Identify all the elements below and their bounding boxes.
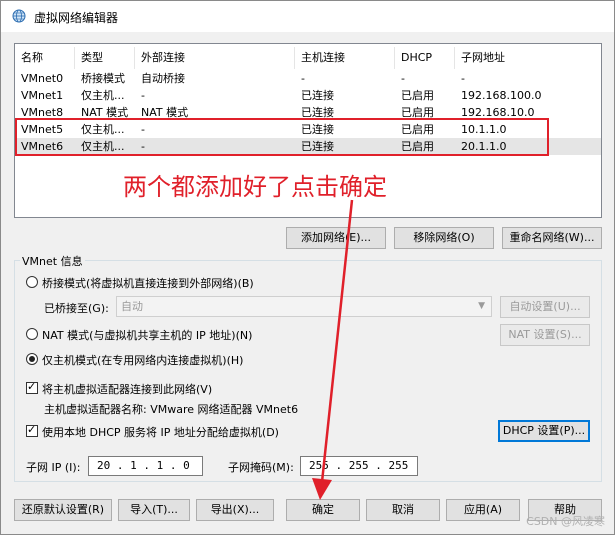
cell-name: VMnet0 [21,72,64,85]
host-only-radio[interactable] [26,353,38,365]
col-header-type[interactable]: 类型 [75,47,135,69]
cell-external: - [141,89,145,102]
bridged-to-value: 自动 [121,300,143,313]
dhcp-settings-button[interactable]: DHCP 设置(P)... [498,420,590,442]
cell-type: 桥接模式 [81,72,125,85]
cell-type: 仅主机... [81,89,125,102]
col-header-dhcp[interactable]: DHCP [395,47,455,69]
add-network-button[interactable]: 添加网络(E)... [286,227,386,249]
watermark: CSDN @风凌寒 [526,515,605,528]
import-button[interactable]: 导入(T)... [118,499,190,521]
cell-dhcp: - [401,72,405,85]
bridge-mode-radio[interactable] [26,276,38,288]
table-row[interactable]: VMnet0 桥接模式 自动桥接 - - - [15,70,601,87]
cell-name: VMnet1 [21,89,64,102]
col-header-subnet[interactable]: 子网地址 [455,47,601,69]
export-button[interactable]: 导出(X)... [196,499,274,521]
window-title: 虚拟网络编辑器 [34,11,119,25]
cell-host: 已连接 [301,89,334,102]
dhcp-checkbox[interactable] [26,423,38,437]
remove-network-button[interactable]: 移除网络(O) [394,227,494,249]
network-list-header: 名称 类型 外部连接 主机连接 DHCP 子网地址 [15,47,601,69]
table-row[interactable]: VMnet1 仅主机... - 已连接 已启用 192.168.100.0 [15,87,601,104]
annotation-text: 两个都添加好了点击确定 [123,173,387,201]
bridge-mode-label[interactable]: 桥接模式(将虚拟机直接连接到外部网络)(B) [42,275,254,291]
nat-settings-button[interactable]: NAT 设置(S)... [500,324,590,346]
cell-subnet: - [461,72,465,85]
title-bar: 虚拟网络编辑器 [0,0,615,32]
apply-button[interactable]: 应用(A) [446,499,520,521]
ok-button[interactable]: 确定 [286,499,360,521]
connect-adapter-checkbox[interactable] [26,380,38,394]
cell-subnet: 192.168.100.0 [461,89,542,102]
cell-external: 自动桥接 [141,72,185,85]
cancel-button[interactable]: 取消 [366,499,440,521]
cell-host: - [301,72,305,85]
auto-settings-button[interactable]: 自动设置(U)... [500,296,590,318]
col-header-host[interactable]: 主机连接 [295,47,395,69]
highlight-box [15,118,549,156]
bridged-to-select[interactable]: 自动 ▼ [116,296,492,317]
subnet-mask-label: 子网掩码(M): [228,461,294,474]
subnet-ip-label: 子网 IP (I): [26,461,81,474]
connect-adapter-label[interactable]: 将主机虚拟适配器连接到此网络(V) [42,381,212,397]
network-globe-icon [12,9,26,23]
vmnet-info-title: VMnet 信息 [20,253,85,269]
host-only-label[interactable]: 仅主机模式(在专用网络内连接虚拟机)(H) [42,352,243,368]
subnet-ip-input[interactable]: 20 . 1 . 1 . 0 [88,456,203,476]
nat-mode-radio[interactable] [26,328,38,340]
col-header-external[interactable]: 外部连接 [135,47,295,69]
nat-mode-label[interactable]: NAT 模式(与虚拟机共享主机的 IP 地址)(N) [42,327,252,343]
rename-network-button[interactable]: 重命名网络(W)... [502,227,602,249]
restore-defaults-button[interactable]: 还原默认设置(R) [14,499,112,521]
col-header-name[interactable]: 名称 [15,47,75,69]
chevron-down-icon: ▼ [478,301,485,311]
cell-dhcp: 已启用 [401,89,434,102]
vmnet-info-group [14,260,602,482]
bridged-to-label: 已桥接至(G): [44,302,109,315]
dhcp-label[interactable]: 使用本地 DHCP 服务将 IP 地址分配给虚拟机(D) [42,424,279,440]
subnet-mask-input[interactable]: 255 . 255 . 255 . 0 [300,456,418,476]
adapter-name-label: 主机虚拟适配器名称: VMware 网络适配器 VMnet6 [44,403,299,416]
